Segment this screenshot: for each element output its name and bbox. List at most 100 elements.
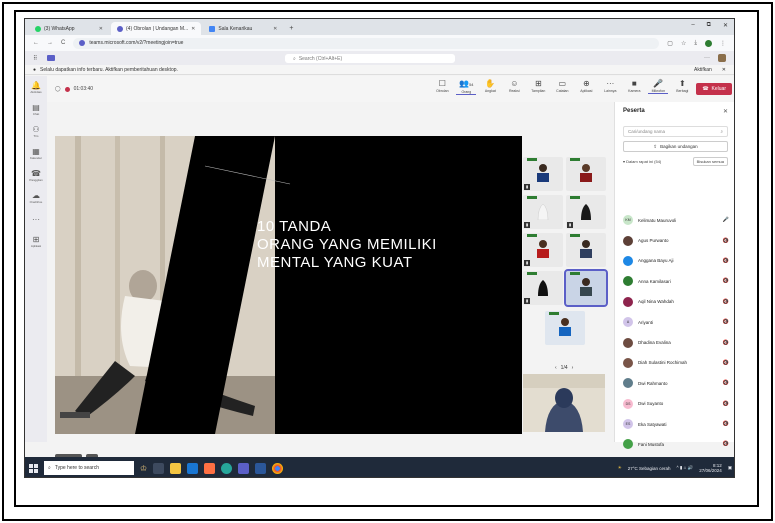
video-tile[interactable]: ▮	[523, 157, 563, 191]
participant-row[interactable]: Dwi Rahmanto 🔇	[615, 373, 734, 393]
mic-status-icon[interactable]: 🎤	[723, 217, 729, 223]
participant-row[interactable]: Fani Mustofa 🔇	[615, 434, 734, 454]
mic-status-icon[interactable]: 🔇	[723, 401, 729, 407]
video-tile-active-speaker[interactable]	[564, 269, 608, 307]
participant-row[interactable]: Agus Purwanto 🔇	[615, 230, 734, 250]
mic-status-icon[interactable]: 🔇	[723, 278, 729, 284]
minimize-button[interactable]: –	[691, 22, 694, 29]
download-icon[interactable]: ⤓	[694, 40, 697, 47]
leave-button[interactable]: ☎ Keluar	[696, 83, 732, 95]
user-avatar[interactable]	[718, 54, 726, 62]
video-tile[interactable]: ▮	[566, 195, 606, 229]
camera-button[interactable]: ■ Kamera	[624, 79, 644, 93]
clock[interactable]: 8:12 27/06/2024	[699, 463, 722, 473]
video-tile[interactable]: ▮	[523, 195, 563, 229]
mic-status-icon[interactable]: 🔇	[723, 238, 729, 244]
video-tile[interactable]	[566, 157, 606, 191]
mic-status-icon[interactable]: 🔇	[723, 299, 729, 305]
rail-item-apps[interactable]: ⊞ Aplikasi	[25, 230, 47, 252]
rail-item-onedrive[interactable]: ☁ OneDrive	[25, 186, 47, 208]
participant-row[interactable]: Anggana Bayu Aji 🔇	[615, 251, 734, 271]
windows-start-icon[interactable]	[29, 463, 38, 473]
reload-button[interactable]: C	[61, 40, 65, 46]
more-button[interactable]: ··· Lainnya	[600, 79, 620, 93]
video-tile[interactable]: ▮	[523, 271, 563, 305]
maximize-button[interactable]: ⧉	[707, 22, 711, 29]
mic-status-icon[interactable]: 🔇	[723, 441, 729, 447]
more-options-icon[interactable]: ···	[704, 55, 710, 61]
video-tile[interactable]	[566, 233, 606, 267]
close-banner-icon[interactable]: ✕	[722, 67, 726, 73]
share-button[interactable]: ⬆ Berbagi	[672, 79, 692, 93]
close-window-button[interactable]: ✕	[723, 22, 728, 29]
mic-status-icon[interactable]: 🔇	[723, 258, 729, 264]
browser-tab-teams[interactable]: (4) Obrolan | Undangan M... ✕	[111, 22, 202, 35]
participant-row[interactable]: ES Eka Satyawati 🔇	[615, 414, 734, 434]
rail-item-calendar[interactable]: ▦ Kalender	[25, 142, 47, 164]
mic-status-icon[interactable]: 🔇	[723, 421, 729, 427]
teams-search-input[interactable]: ⌕ Search (Ctrl+Alt+E)	[285, 54, 455, 63]
view-button[interactable]: ⊞ Tampilan	[528, 79, 548, 93]
video-tile[interactable]	[545, 311, 585, 345]
share-invite-button[interactable]: ⇪ Bagikan undangan	[623, 141, 728, 152]
participant-row[interactable]: Diah Sulastini Rochimah 🔇	[615, 353, 734, 373]
enable-notifications-button[interactable]: Aktifkan	[694, 67, 712, 73]
tray-icons[interactable]: ^ ▮ ⌂ 🔊	[677, 465, 694, 471]
people-button[interactable]: 👥54 Orang	[456, 79, 477, 95]
rail-item-teams[interactable]: ⚇ Tim	[25, 120, 47, 142]
participant-row[interactable]: Dhadina Evalina 🔇	[615, 332, 734, 352]
edge-icon[interactable]	[221, 462, 233, 474]
participant-search-input[interactable]: Cari/undang nama ⌕	[623, 126, 728, 137]
mic-status-icon[interactable]: 🔇	[723, 319, 729, 325]
mail-icon[interactable]	[187, 462, 199, 474]
close-icon[interactable]: ✕	[191, 26, 195, 32]
notification-icon[interactable]: ▣	[728, 465, 732, 471]
word-icon[interactable]	[255, 462, 267, 474]
notes-button[interactable]: ▭ Catatan	[552, 79, 572, 93]
browser-tab-whatsapp[interactable]: (3) WhatsApp ✕	[29, 22, 109, 35]
in-meeting-section[interactable]: ▾ Dalam rapat ini (54) Bisukan semua	[615, 156, 734, 166]
participant-row[interactable]: KM Kelimatu Mauruvoli 🎤	[615, 210, 734, 230]
self-view-video[interactable]	[523, 374, 605, 432]
rail-item-calls[interactable]: ☎ Panggilan	[25, 164, 47, 186]
profile-avatar[interactable]	[705, 39, 712, 47]
participant-row[interactable]: A Ariyanti 🔇	[615, 312, 734, 332]
news-widget-icon[interactable]: ♔	[140, 464, 147, 473]
reactions-button[interactable]: ☺ Reaksi	[504, 79, 524, 93]
app-launcher-icon[interactable]: ⠿	[33, 55, 37, 62]
mic-status-icon[interactable]: 🔇	[723, 380, 729, 386]
rail-item-activity[interactable]: 🔔 Aktivitas	[25, 76, 47, 98]
rail-item-more[interactable]: ···	[25, 208, 47, 230]
weather-text[interactable]: 27°C Sebagian cerah	[628, 466, 671, 471]
taskbar-search-input[interactable]: ⌕ Type here to search	[44, 461, 134, 475]
mute-all-button[interactable]: Bisukan semua	[692, 156, 728, 166]
mic-button[interactable]: 🎤 Mikrofon	[648, 79, 669, 94]
close-icon[interactable]: ✕	[99, 26, 103, 32]
chat-button[interactable]: ☐ Obrolan	[432, 79, 452, 93]
file-explorer-icon[interactable]	[170, 462, 182, 474]
browser-tab-third[interactable]: Sala Kenarikau ✕	[203, 22, 283, 35]
menu-kebab-icon[interactable]: ⋮	[720, 40, 726, 47]
store-icon[interactable]	[204, 462, 216, 474]
teams-taskbar-icon[interactable]	[238, 462, 250, 474]
close-panel-icon[interactable]: ✕	[723, 108, 728, 115]
mic-status-icon[interactable]: 🔇	[723, 360, 729, 366]
chrome-icon[interactable]	[272, 462, 284, 474]
extensions-icon[interactable]: ▢	[667, 40, 673, 47]
back-button[interactable]: ←	[33, 40, 39, 46]
participant-row[interactable]: DS Dwi Suyanto 🔇	[615, 394, 734, 414]
task-view-icon[interactable]	[153, 462, 165, 474]
participant-row[interactable]: Aqil Nina Wahdah 🔇	[615, 292, 734, 312]
url-field[interactable]: teams.microsoft.com/v2/?meetingjoin=true	[73, 37, 660, 49]
video-tile[interactable]: ▮	[523, 233, 563, 267]
next-page-button[interactable]: ›	[572, 365, 574, 371]
close-icon[interactable]: ✕	[273, 26, 277, 32]
forward-button[interactable]: →	[47, 40, 53, 46]
new-tab-button[interactable]: +	[285, 22, 297, 35]
prev-page-button[interactable]: ‹	[555, 365, 557, 371]
bookmark-star-icon[interactable]: ☆	[681, 40, 686, 47]
apps-button[interactable]: ⊕ Aplikasi	[576, 79, 596, 93]
participant-row[interactable]: Anna Kamilasari 🔇	[615, 271, 734, 291]
rail-item-chat[interactable]: ▤ Chat	[25, 98, 47, 120]
raise-hand-button[interactable]: ✋ Angkat	[480, 79, 500, 93]
